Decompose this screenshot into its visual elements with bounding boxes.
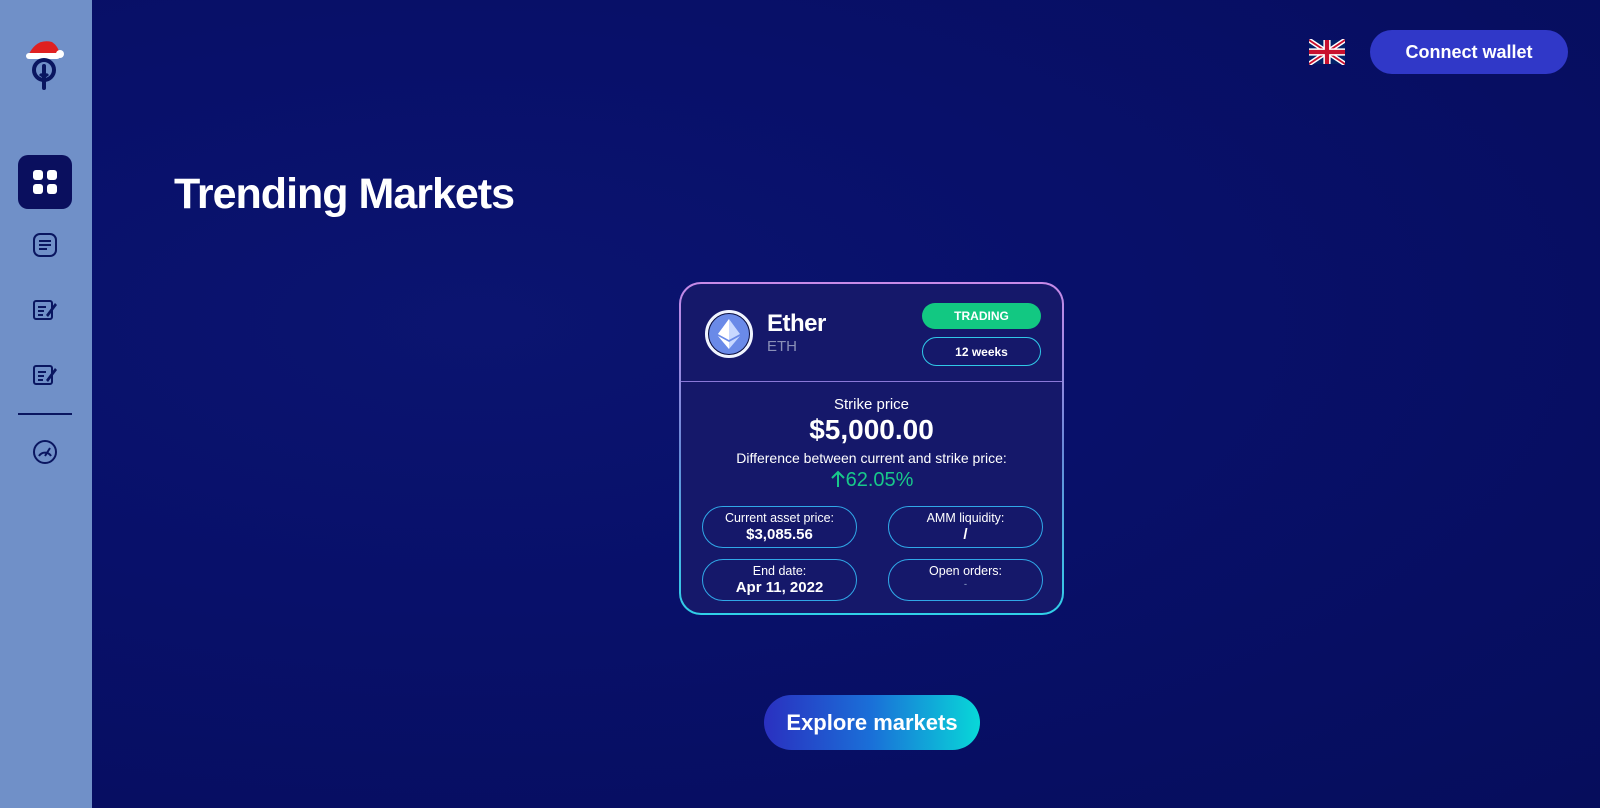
stat-label: AMM liquidity: [926, 511, 1005, 525]
stat-value: Apr 11, 2022 [735, 579, 824, 596]
duration-badge: 12 weeks [922, 337, 1041, 366]
sidebar-item-edit[interactable] [18, 348, 72, 402]
uk-flag-icon[interactable] [1307, 38, 1347, 66]
stat-label: Open orders: [929, 564, 1002, 578]
edit-note-icon [33, 300, 57, 320]
grid-icon [33, 170, 57, 194]
stat-label: End date: [752, 564, 807, 578]
strike-price-value: $5,000.00 [809, 414, 934, 445]
sidebar-divider [18, 413, 72, 415]
stat-label: Current asset price: [724, 511, 835, 525]
price-difference-label: Difference between current and strike pr… [736, 450, 1007, 466]
sidebar-item-list[interactable] [18, 218, 72, 272]
santa-hat-logo-icon[interactable] [22, 36, 66, 92]
market-card-header: Ether ETH TRADING 12 weeks [681, 284, 1062, 382]
price-difference-percent: 62.05% [845, 469, 914, 491]
price-difference-value: 62.05% [681, 469, 1062, 492]
stat-end-date: End date: Apr 11, 2022 [702, 559, 857, 601]
explore-markets-button[interactable]: Explore markets [764, 695, 980, 750]
stat-value: $3,085.56 [746, 526, 813, 543]
sidebar-item-create[interactable] [18, 283, 72, 337]
ethereum-icon [705, 310, 753, 358]
arrow-up-icon [830, 470, 845, 487]
edit-note-icon [33, 365, 57, 385]
coin-name: Ether [767, 310, 826, 337]
speedometer-icon [33, 440, 57, 464]
stat-amm-liquidity: AMM liquidity: / [888, 506, 1043, 548]
market-card[interactable]: Ether ETH TRADING 12 weeks Strike price … [679, 282, 1064, 615]
list-icon [33, 233, 57, 257]
coin-symbol: ETH [767, 338, 797, 355]
stat-current-asset-price: Current asset price: $3,085.56 [702, 506, 857, 548]
sidebar [0, 0, 92, 808]
stat-value: / [963, 526, 968, 543]
stat-value: - [964, 579, 967, 589]
stat-open-orders: Open orders: - [888, 559, 1043, 601]
status-badge: TRADING [922, 303, 1041, 329]
sidebar-item-dashboard[interactable] [18, 425, 72, 479]
sidebar-item-markets[interactable] [18, 155, 72, 209]
strike-price-label: Strike price [833, 396, 910, 413]
page-title: Trending Markets [174, 170, 515, 218]
connect-wallet-button[interactable]: Connect wallet [1370, 30, 1568, 74]
